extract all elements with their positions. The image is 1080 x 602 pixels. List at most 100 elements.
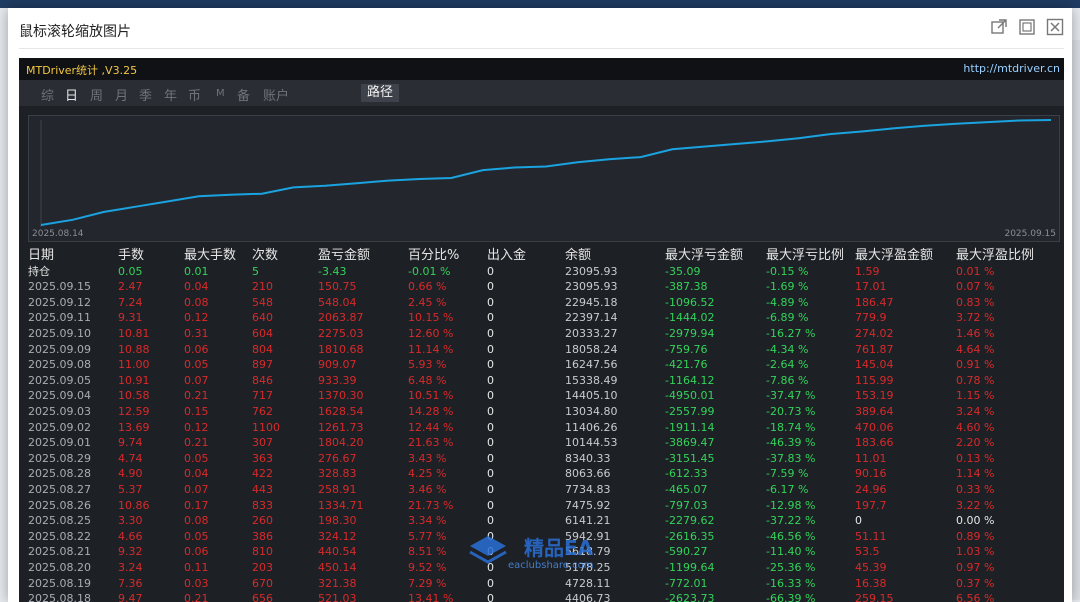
table-cell: 933.39 (318, 373, 357, 387)
table-cell: 2.45 % (408, 295, 447, 309)
table-cell: 548 (252, 295, 273, 309)
tab-day[interactable]: 日 (65, 85, 78, 104)
table-cell: -4.34 % (766, 342, 809, 356)
table-cell: 2025.08.29 (28, 451, 91, 465)
tab-account[interactable]: 账户 (263, 85, 289, 104)
table-cell: -465.07 (665, 483, 708, 497)
table-row: 2025.09.04 10.58 0.21 717 1370.30 10.51 % 0 144… (28, 388, 1043, 404)
table-cell: 0.00 % (956, 514, 995, 528)
table-cell: -2623.73 (665, 592, 715, 602)
table-cell: 0 (487, 467, 494, 481)
table-cell: 604 (252, 327, 273, 341)
column-header: 最大浮盈金额 (855, 248, 934, 263)
table-cell: 470.06 (855, 420, 894, 434)
table-cell: 2025.09.08 (28, 358, 91, 372)
table-cell: 16.38 (855, 576, 887, 590)
table-cell: 4.25 % (408, 467, 447, 481)
tab-m[interactable]: M (216, 88, 225, 99)
table-cell: 3.34 % (408, 514, 447, 528)
path-button[interactable]: 路径 (361, 84, 400, 102)
zoomable-image[interactable]: MTDriver统计 ,V3.25 http://mtdriver.cn 综 日… (19, 58, 1064, 602)
table-cell: 0.31 (184, 327, 209, 341)
table-cell: 9.31 (118, 311, 143, 325)
holding-row: 持仓 0.05 0.01 5 -3.43 -0.01 % 0 23095.93 -35.09 -0… (28, 263, 1043, 279)
app-header: MTDriver统计 ,V3.25 http://mtdriver.cn (19, 58, 1064, 80)
table-cell: 443 (252, 483, 273, 497)
table-cell: 1261.73 (318, 420, 364, 434)
column-header: 最大浮亏比例 (766, 248, 845, 263)
table-cell: 2025.09.12 (28, 295, 91, 309)
tab-month[interactable]: 月 (115, 85, 128, 104)
table-cell: -1444.02 (665, 311, 715, 325)
table-cell: 0 (487, 295, 494, 309)
table-cell: 9.47 (118, 592, 143, 602)
table-cell: 11.01 (855, 451, 887, 465)
table-cell: 276.67 (318, 451, 357, 465)
table-cell: 0.15 (184, 405, 209, 419)
table-cell: -20.73 % (766, 405, 816, 419)
table-cell: 11.14 % (408, 342, 454, 356)
table-cell: 197.7 (855, 498, 887, 512)
table-cell: 13.69 (118, 420, 150, 434)
external-link-icon[interactable] (990, 18, 1008, 36)
table-cell: 0.08 (184, 514, 209, 528)
app-url: http://mtdriver.cn (963, 62, 1060, 75)
table-cell: 779.9 (855, 311, 887, 325)
table-cell: 0.08 (184, 295, 209, 309)
table-cell: -3869.47 (665, 436, 715, 450)
table-cell: -387.38 (665, 280, 708, 294)
table-cell: -66.39 % (766, 592, 816, 602)
table-cell: 0.37 % (956, 576, 995, 590)
column-header: 最大浮亏金额 (665, 248, 744, 263)
table-cell: 6.56 % (956, 592, 995, 602)
table-cell: 717 (252, 389, 273, 403)
table-cell: -4950.01 (665, 389, 715, 403)
tab-currency[interactable]: 币 (188, 85, 201, 104)
watermark-logo-icon (469, 536, 507, 564)
table-cell: 0.05 (118, 264, 143, 278)
tab-notes[interactable]: 备 (237, 85, 250, 104)
tab-quarter[interactable]: 季 (139, 85, 152, 104)
table-cell: 持仓 (28, 265, 50, 278)
table-cell: 260 (252, 514, 273, 528)
table-cell: 846 (252, 373, 273, 387)
table-cell: 10.91 (118, 373, 150, 387)
table-cell: -2616.35 (665, 529, 715, 543)
app-title: MTDriver统计 ,V3.25 (26, 64, 138, 77)
watermark-url: eaclubshare.com (508, 560, 594, 571)
table-cell: 12.60 % (408, 327, 454, 341)
table-cell: 2025.08.28 (28, 467, 91, 481)
table-cell: 14405.10 (565, 389, 618, 403)
table-cell: -3.43 (318, 264, 347, 278)
table-cell: 363 (252, 451, 273, 465)
table-cell: 10.51 % (408, 389, 454, 403)
table-cell: 274.02 (855, 327, 894, 341)
table-cell: 4.74 (118, 451, 143, 465)
table-cell: 18058.24 (565, 342, 618, 356)
tab-year[interactable]: 年 (164, 85, 177, 104)
table-cell: 5.37 (118, 483, 143, 497)
close-icon[interactable] (1046, 18, 1064, 36)
table-cell: 1.14 % (956, 467, 995, 481)
maximize-icon[interactable] (1018, 18, 1036, 36)
table-cell: 0.06 (184, 545, 209, 559)
table-cell: 2025.08.27 (28, 483, 91, 497)
table-row: 2025.09.08 11.00 0.05 897 909.07 5.93 % 0 16247… (28, 357, 1043, 373)
tab-summary[interactable]: 综 (41, 85, 54, 104)
table-cell: 422 (252, 467, 273, 481)
table-row: 2025.08.28 4.90 0.04 422 328.83 4.25 % 0 8063.6… (28, 466, 1043, 482)
table-cell: 440.54 (318, 545, 357, 559)
table-cell: 0.21 (184, 389, 209, 403)
table-cell: 1.46 % (956, 327, 995, 341)
table-cell: 5.93 % (408, 358, 447, 372)
table-cell: -37.83 % (766, 451, 816, 465)
table-cell: 909.07 (318, 358, 357, 372)
table-cell: 0 (487, 327, 494, 341)
tab-week[interactable]: 周 (90, 85, 103, 104)
table-cell: 2025.09.11 (28, 311, 91, 325)
table-cell: 17.01 (855, 280, 887, 294)
table-cell: -759.76 (665, 342, 708, 356)
table-cell: 0 (487, 420, 494, 434)
table-cell: -1164.12 (665, 373, 715, 387)
table-row: 2025.09.05 10.91 0.07 846 933.39 6.48 % 0 15338… (28, 373, 1043, 389)
